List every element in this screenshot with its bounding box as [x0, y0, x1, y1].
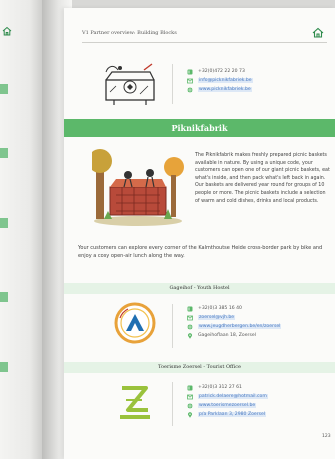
- section-title-banner: Piknikfabrik: [64, 119, 335, 137]
- website-icon: [187, 87, 193, 92]
- contact-item: patrick.delaere@hotmail.com: [187, 392, 268, 401]
- piknikfabrik-contact-list: +32(0)472 22 20 73 info@picknikfabriek.b…: [187, 67, 253, 94]
- home-icon[interactable]: [312, 27, 324, 38]
- gageihof-section-title: Gageihof - Youth Hostel: [64, 283, 335, 294]
- column-divider: [172, 382, 173, 426]
- header-divider: [82, 42, 327, 43]
- email-link[interactable]: info@picknikfabriek.be: [198, 78, 253, 83]
- document-page: V1 Partner overview: Building Blocks +32…: [64, 8, 335, 459]
- email-icon: [187, 394, 193, 399]
- picnic-illustration: [92, 149, 184, 226]
- piknikfabrik-body-text: Your customers can explore every corner …: [78, 245, 323, 259]
- phone-icon: [187, 69, 193, 74]
- page-stripe: [0, 292, 8, 302]
- email-icon: [187, 315, 193, 320]
- picnic-basket-logo: [105, 63, 155, 105]
- website-link[interactable]: www.picknikfabriek.be: [198, 87, 252, 92]
- email-link[interactable]: zoersel@vjh.be: [198, 315, 236, 320]
- website-link[interactable]: www.jeugdherbergen.be/en/zoersel: [198, 324, 282, 329]
- contact-text: +32(0)3 312 27 61: [198, 385, 242, 390]
- contact-item: zoersel@vjh.be: [187, 313, 281, 322]
- contact-text: +32(0)3 385 16 40: [198, 306, 242, 311]
- contact-item: www.picknikfabriek.be: [187, 85, 253, 94]
- address-text: Gageihoflaan 18, Zoersel: [198, 333, 256, 338]
- contact-item: +32(0)3 385 16 40: [187, 304, 281, 313]
- page-stripe: [0, 84, 8, 94]
- toerisme-zoersel-logo: [120, 386, 150, 419]
- page-stripe: [0, 148, 8, 158]
- website-icon: [187, 403, 193, 408]
- contact-item: www.toerismezoersel.be: [187, 401, 268, 410]
- website-icon: [187, 324, 193, 329]
- email-link[interactable]: patrick.delaere@hotmail.com: [198, 394, 268, 399]
- column-divider: [172, 64, 173, 104]
- page-header-title: V1 Partner overview: Building Blocks: [82, 30, 177, 36]
- contact-text: +32(0)472 22 20 73: [198, 69, 245, 74]
- page-number: 123: [322, 434, 331, 439]
- youth-hostel-logo: [114, 302, 156, 344]
- contact-item: www.jeugdherbergen.be/en/zoersel: [187, 322, 282, 331]
- contact-item: +32(0)3 312 27 61: [187, 383, 268, 392]
- page-stripe: [0, 218, 8, 228]
- email-icon: [187, 78, 193, 83]
- address-text: p/a Parklaan 3, 2980 Zoersel: [198, 412, 267, 417]
- website-link[interactable]: www.toerismezoersel.be: [198, 403, 257, 408]
- page-stripe: [0, 362, 8, 372]
- toerisme-section-title: Toerisme Zoersel - Tourist Office: [64, 362, 335, 373]
- home-icon: [2, 26, 12, 36]
- contact-item: +32(0)472 22 20 73: [187, 67, 253, 76]
- column-divider: [172, 304, 173, 348]
- contact-item: info@picknikfabriek.be: [187, 76, 253, 85]
- previous-page: [0, 0, 42, 459]
- location-icon: [188, 332, 192, 339]
- location-icon: [188, 411, 192, 418]
- piknikfabrik-description: The Piknikfabrik makes freshly prepared …: [195, 153, 330, 204]
- contact-item: p/a Parklaan 3, 2980 Zoersel: [187, 410, 268, 419]
- contact-item: Gageihoflaan 18, Zoersel: [187, 331, 281, 340]
- toerisme-contact-list: +32(0)3 312 27 61 patrick.delaere@hotmai…: [187, 383, 268, 419]
- phone-icon: [187, 306, 193, 311]
- gageihof-contact-list: +32(0)3 385 16 40 zoersel@vjh.be www.jeu…: [187, 304, 282, 340]
- phone-icon: [187, 385, 193, 390]
